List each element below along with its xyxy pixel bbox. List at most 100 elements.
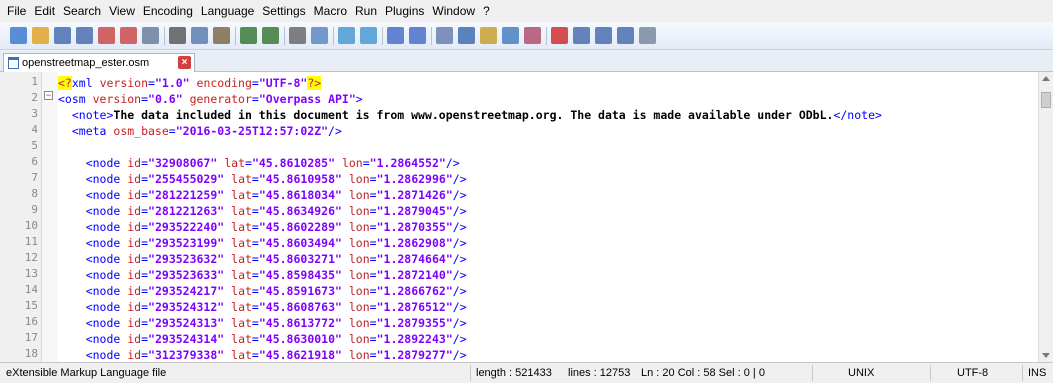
- sync-horizontal-icon[interactable]: [409, 27, 426, 44]
- close-icon[interactable]: [98, 27, 115, 44]
- copy-icon[interactable]: [191, 27, 208, 44]
- code-token: lat: [224, 284, 252, 298]
- redo-icon[interactable]: [262, 27, 279, 44]
- vertical-scrollbar[interactable]: [1038, 72, 1053, 362]
- code-token: id: [127, 348, 142, 362]
- word-wrap-icon[interactable]: [436, 27, 453, 44]
- save-all-icon[interactable]: [76, 27, 93, 44]
- code-token: />: [452, 332, 467, 346]
- code-token: />: [452, 220, 467, 234]
- code-token: =: [369, 252, 377, 266]
- status-bar: eXtensible Markup Language file length :…: [0, 362, 1053, 383]
- code-token: <node: [58, 156, 128, 170]
- menu-macro[interactable]: Macro: [314, 4, 347, 18]
- line-number: 16: [24, 315, 38, 328]
- play-macro-icon[interactable]: [595, 27, 612, 44]
- menu-run[interactable]: Run: [355, 4, 377, 18]
- code-token: id: [127, 172, 142, 186]
- menu-file[interactable]: File: [7, 4, 26, 18]
- line-number: 2: [31, 91, 38, 104]
- code-line: <node id="281221263" lat="45.8634926" lo…: [58, 203, 467, 219]
- code-token: "45.8634926": [258, 204, 342, 218]
- menu-edit[interactable]: Edit: [34, 4, 55, 18]
- open-file-icon[interactable]: [32, 27, 49, 44]
- zoom-out-icon[interactable]: [360, 27, 377, 44]
- code-token: <?: [58, 76, 72, 90]
- code-line: <node id="312379338" lat="45.8621918" lo…: [58, 347, 467, 362]
- menu-view[interactable]: View: [109, 4, 135, 18]
- code-token: =: [141, 316, 149, 330]
- code-token: "45.8621918": [258, 348, 342, 362]
- code-token: lon: [341, 332, 370, 346]
- code-token: "1.2872140": [376, 268, 453, 282]
- undo-icon[interactable]: [240, 27, 257, 44]
- code-token: "293524313": [148, 316, 225, 330]
- code-line: <node id="293523199" lat="45.8603494" lo…: [58, 235, 467, 251]
- code-token: =: [141, 268, 149, 282]
- close-all-icon[interactable]: [120, 27, 137, 44]
- code-line: <node id="293524217" lat="45.8591673" lo…: [58, 283, 467, 299]
- menu-plugins[interactable]: Plugins: [385, 4, 424, 18]
- code-token: "293524314": [148, 332, 225, 346]
- tab-openstreetmap-ester[interactable]: openstreetmap_ester.osm ×: [3, 53, 195, 72]
- code-token: lat: [224, 348, 252, 362]
- toolbar-separator: [164, 26, 165, 45]
- scrollbar-thumb[interactable]: [1041, 92, 1051, 108]
- code-token: id: [127, 236, 142, 250]
- replace-icon[interactable]: [311, 27, 328, 44]
- code-token: lat: [224, 332, 252, 346]
- paste-icon[interactable]: [213, 27, 230, 44]
- save-macro-icon[interactable]: [639, 27, 656, 44]
- code-token: =: [369, 284, 377, 298]
- code-token: />: [445, 156, 460, 170]
- code-token: =: [369, 348, 377, 362]
- line-number: 8: [31, 187, 38, 200]
- code-token: lon: [341, 300, 370, 314]
- line-number: 5: [31, 139, 38, 152]
- editor[interactable]: 1 2 3 4 5 6 7 8 9 10 11 12 13 14 15 16 17 18 − <?xml vers…: [0, 72, 1053, 362]
- stop-record-icon[interactable]: [573, 27, 590, 44]
- menu-search[interactable]: Search: [63, 4, 101, 18]
- function-list-icon[interactable]: [524, 27, 541, 44]
- fold-toggle-icon[interactable]: −: [44, 91, 53, 100]
- show-all-chars-icon[interactable]: [458, 27, 475, 44]
- zoom-in-icon[interactable]: [338, 27, 355, 44]
- code-line: <node id="293524313" lat="45.8613772" lo…: [58, 315, 467, 331]
- print-icon[interactable]: [142, 27, 159, 44]
- menu-encoding[interactable]: Encoding: [143, 4, 193, 18]
- sync-vertical-icon[interactable]: [387, 27, 404, 44]
- code-token: version: [99, 76, 149, 90]
- code-token: id: [127, 268, 142, 282]
- code-token: "1.2879355": [376, 316, 453, 330]
- code-token: "1.2862908": [376, 236, 453, 250]
- scroll-down-icon[interactable]: [1042, 353, 1050, 358]
- code-line: <node id="293522240" lat="45.8602289" lo…: [58, 219, 467, 235]
- menu-language[interactable]: Language: [201, 4, 254, 18]
- code-line: <osm version="0.6" generator="Overpass A…: [58, 91, 363, 107]
- menu-bar: File Edit Search View Encoding Language Settin…: [0, 0, 1053, 22]
- indent-guide-icon[interactable]: [480, 27, 497, 44]
- menu-help[interactable]: ?: [483, 4, 490, 18]
- find-icon[interactable]: [289, 27, 306, 44]
- menu-settings[interactable]: Settings: [262, 4, 305, 18]
- menu-window[interactable]: Window: [432, 4, 475, 18]
- code-token: />: [452, 348, 467, 362]
- save-icon[interactable]: [54, 27, 71, 44]
- code-token: lat: [224, 316, 252, 330]
- close-tab-icon[interactable]: ×: [178, 56, 191, 69]
- toolbar-separator: [382, 26, 383, 45]
- new-file-icon[interactable]: [10, 27, 27, 44]
- code-token: <node: [58, 268, 128, 282]
- cut-icon[interactable]: [169, 27, 186, 44]
- code-token: =: [141, 332, 149, 346]
- code-token: lon: [341, 172, 370, 186]
- scroll-up-icon[interactable]: [1042, 76, 1050, 81]
- code-token: "1.0": [154, 76, 190, 90]
- code-token: "45.8598435": [258, 268, 342, 282]
- run-macro-multiple-icon[interactable]: [617, 27, 634, 44]
- code-line: <node id="293524312" lat="45.8608763" lo…: [58, 299, 467, 315]
- code-token: "1.2879277": [376, 348, 453, 362]
- record-macro-icon[interactable]: [551, 27, 568, 44]
- doc-map-icon[interactable]: [502, 27, 519, 44]
- code-token: lon: [341, 348, 370, 362]
